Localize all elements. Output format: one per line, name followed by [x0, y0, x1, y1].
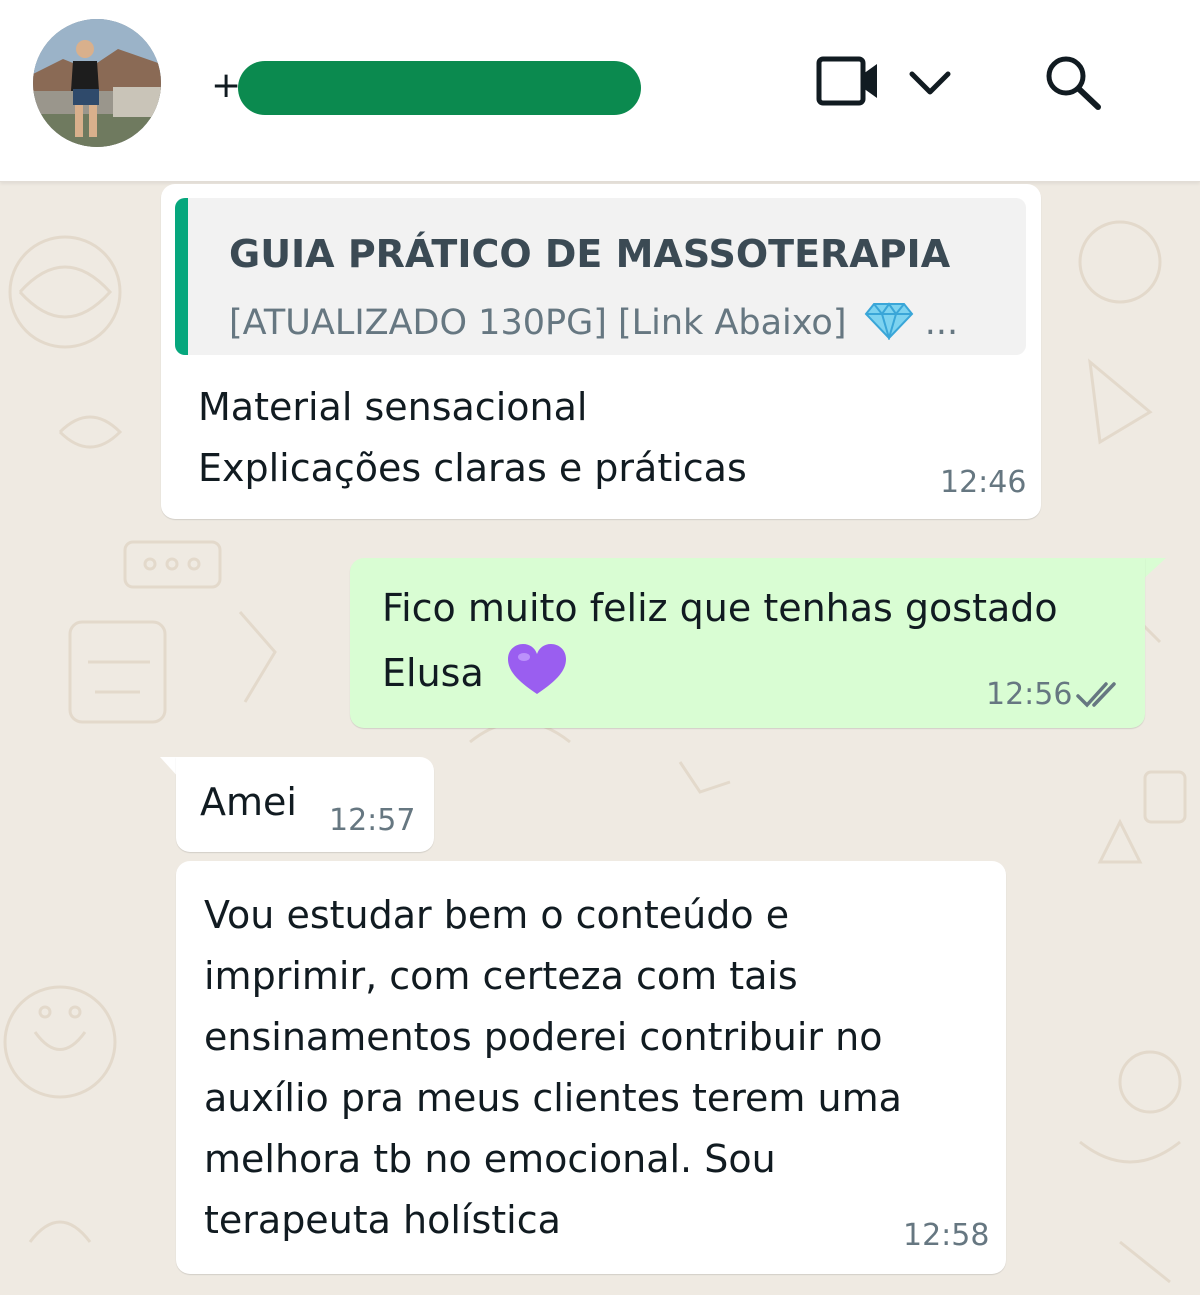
chat-header: + — [0, 0, 1200, 182]
message-text-line: Vou estudar bem o conteúdo e — [204, 893, 790, 937]
message-text-line: ensinamentos poderei contribuir no — [204, 1015, 883, 1059]
message-incoming-1[interactable]: GUIA PRÁTICO DE MASSOTERAPIA [ATUALIZADO… — [161, 184, 1041, 519]
quote-subtitle: [ATUALIZADO 130PG] [Link Abaixo] — [229, 303, 847, 343]
message-incoming-3[interactable]: Vou estudar bem o conteúdo e imprimir, c… — [176, 861, 1006, 1274]
message-text: Vou estudar bem o conteúdo e imprimir, c… — [204, 885, 902, 1251]
message-text-line: Explicações claras e práticas — [198, 446, 747, 490]
message-time: 12:56 — [986, 677, 1073, 712]
message-text-line-with-emoji: Elusa — [382, 642, 568, 704]
message-text-line: Fico muito feliz que tenhas gostado — [382, 586, 1058, 630]
message-time: 12:46 — [940, 465, 1027, 500]
message-text-line: terapeuta holística — [204, 1198, 561, 1242]
message-text-line: auxílio pra meus clientes terem uma — [204, 1076, 902, 1120]
quote-accent-bar — [175, 198, 188, 355]
avatar-photo — [33, 19, 161, 147]
quote-subtitle-row: [ATUALIZADO 130PG] [Link Abaixo] ... — [229, 300, 958, 343]
quote-title: GUIA PRÁTICO DE MASSOTERAPIA — [229, 232, 951, 276]
message-incoming-2[interactable]: Amei 12:57 — [176, 757, 434, 852]
contact-avatar[interactable] — [33, 19, 161, 147]
message-text-line: Amei — [200, 780, 297, 824]
message-text-line: Material sensacional — [198, 385, 588, 429]
purple-heart-icon — [507, 644, 566, 694]
video-call-icon[interactable] — [815, 54, 883, 108]
quote-ellipsis: ... — [924, 303, 959, 343]
message-time: 12:57 — [329, 803, 416, 838]
message-outgoing-1[interactable]: Fico muito feliz que tenhas gostado Elus… — [350, 558, 1145, 728]
chevron-down-icon[interactable] — [906, 66, 954, 100]
message-text-line: melhora tb no emocional. Sou — [204, 1137, 776, 1181]
message-text-line: imprimir, com certeza com tais — [204, 954, 798, 998]
gem-icon — [864, 302, 913, 340]
read-ticks-icon — [1076, 682, 1116, 708]
message-time: 12:58 — [903, 1218, 990, 1253]
search-icon[interactable] — [1040, 52, 1106, 112]
message-text-line: Elusa — [382, 651, 484, 695]
phone-prefix: + — [211, 65, 242, 106]
quoted-message[interactable]: GUIA PRÁTICO DE MASSOTERAPIA [ATUALIZADO… — [175, 198, 1026, 355]
redacted-contact-name[interactable] — [238, 61, 641, 115]
